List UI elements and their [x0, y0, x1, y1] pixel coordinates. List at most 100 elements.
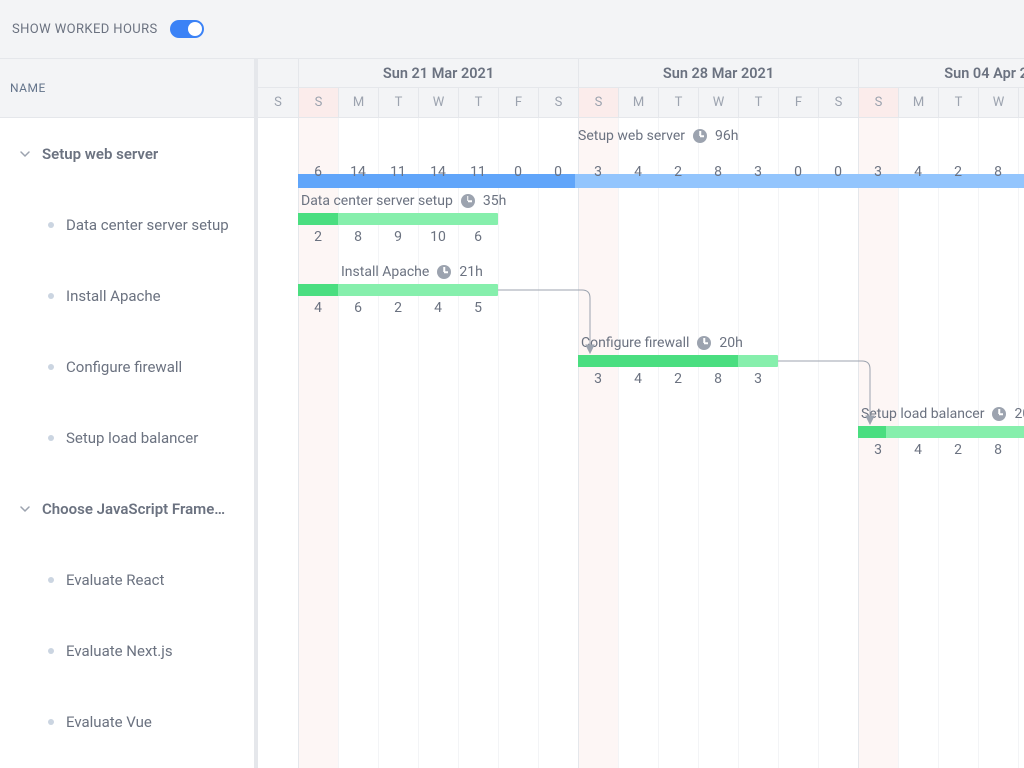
worked-hours-value: 8: [698, 164, 738, 180]
worked-hours-value: 0: [778, 164, 818, 180]
chevron-down-icon: [18, 147, 32, 161]
bullet-icon: [48, 222, 54, 228]
bar-label: Configure firewall: [581, 335, 689, 351]
task-label: Evaluate React: [66, 571, 164, 589]
bullet-icon: [48, 293, 54, 299]
worked-hours-value: 4: [898, 442, 938, 458]
worked-hours-value: 4: [418, 300, 458, 316]
task-label: Evaluate Next.js: [66, 642, 173, 660]
week-header: Sun 04 Apr 2021: [858, 59, 1024, 87]
show-worked-hours-label: SHOW WORKED HOURS: [12, 22, 158, 37]
day-header: W: [698, 88, 738, 117]
worked-hours-value: 3: [578, 164, 618, 180]
bar-label: Install Apache: [341, 264, 429, 280]
name-column-header: NAME: [10, 81, 46, 95]
task-group-label: Choose JavaScript Frame…: [42, 500, 225, 518]
bullet-icon: [48, 719, 54, 725]
worked-hours-value: 4: [298, 300, 338, 316]
day-header: F: [778, 88, 818, 117]
task-label: Install Apache: [66, 287, 161, 305]
worked-hours-value: 4: [898, 164, 938, 180]
timeline-row: Configure firewall 20h34283: [258, 331, 1024, 402]
task-bar[interactable]: [298, 284, 498, 296]
bar-duration: 35h: [483, 193, 506, 209]
bullet-icon: [48, 648, 54, 654]
day-header: T: [378, 88, 418, 117]
bar-label: Setup load balancer: [861, 406, 984, 422]
bar-duration: 96h: [715, 128, 738, 144]
worked-hours-value: 0: [538, 164, 578, 180]
chevron-down-icon: [18, 502, 32, 516]
worked-hours-value: 0: [498, 164, 538, 180]
worked-hours-value: 14: [418, 164, 458, 180]
task-label: Evaluate Vue: [66, 713, 152, 731]
week-header: Sun 28 Mar 2021: [578, 59, 858, 87]
worked-hours-value: 14: [338, 164, 378, 180]
bar-duration: 21h: [459, 264, 482, 280]
task-row[interactable]: Evaluate Vue: [0, 686, 254, 757]
day-header: S: [818, 88, 858, 117]
task-label: Data center server setup: [66, 216, 229, 234]
worked-hours-value: 6: [338, 300, 378, 316]
task-row[interactable]: Configure firewall: [0, 331, 254, 402]
worked-hours-value: 11: [378, 164, 418, 180]
task-row[interactable]: Setup load balancer: [0, 402, 254, 473]
day-header: M: [898, 88, 938, 117]
worked-hours-value: 3: [738, 371, 778, 387]
worked-hours-value: 2: [658, 371, 698, 387]
worked-hours-value: 11: [458, 164, 498, 180]
day-header: T: [1018, 88, 1024, 117]
worked-hours-value: 8: [978, 442, 1018, 458]
timeline-row: [258, 544, 1024, 615]
worked-hours-value: 2: [938, 164, 978, 180]
task-group-row[interactable]: Choose JavaScript Frame…: [0, 473, 254, 544]
worked-hours-value: 2: [298, 229, 338, 245]
worked-hours-value: 6: [458, 229, 498, 245]
worked-hours-value: 4: [618, 371, 658, 387]
task-row[interactable]: Data center server setup: [0, 189, 254, 260]
worked-hours-value: 2: [658, 164, 698, 180]
task-row[interactable]: Install Apache: [0, 260, 254, 331]
worked-hours-value: 9: [378, 229, 418, 245]
week-header: [258, 59, 298, 87]
task-bar[interactable]: [578, 355, 778, 367]
bullet-icon: [48, 577, 54, 583]
worked-hours-value: 3: [858, 164, 898, 180]
worked-hours-value: 0: [818, 164, 858, 180]
day-header: T: [738, 88, 778, 117]
bar-duration: 20h: [1014, 406, 1024, 422]
day-header: M: [338, 88, 378, 117]
task-bar[interactable]: [298, 213, 498, 225]
clock-icon: [992, 407, 1006, 421]
worked-hours-value: 4: [618, 164, 658, 180]
timeline-row: [258, 473, 1024, 544]
day-header: W: [418, 88, 458, 117]
week-header: Sun 21 Mar 2021: [298, 59, 578, 87]
worked-hours-value: 8: [338, 229, 378, 245]
worked-hours-value: 3: [858, 442, 898, 458]
task-label: Setup load balancer: [66, 429, 198, 447]
worked-hours-value: 2: [938, 442, 978, 458]
bar-label: Setup web server: [578, 128, 685, 144]
timeline-row: [258, 686, 1024, 757]
timeline-body[interactable]: Setup web server 96h61411141100342830034…: [258, 118, 1024, 768]
timeline-row: Install Apache 21h46245: [258, 260, 1024, 331]
task-group-row[interactable]: Setup web server: [0, 118, 254, 189]
timeline-row: Data center server setup 35h289106: [258, 189, 1024, 260]
day-header: F: [498, 88, 538, 117]
day-header: T: [938, 88, 978, 117]
task-label: Configure firewall: [66, 358, 182, 376]
timeline-header: Sun 21 Mar 2021Sun 28 Mar 2021Sun 04 Apr…: [258, 59, 1024, 118]
day-header: S: [538, 88, 578, 117]
task-row[interactable]: Evaluate Next.js: [0, 615, 254, 686]
timeline-row: [258, 615, 1024, 686]
clock-icon: [693, 129, 707, 143]
bar-label: Data center server setup: [301, 193, 453, 209]
timeline-row: Setup load balancer 20h 3428: [258, 402, 1024, 473]
show-worked-hours-toggle[interactable]: [170, 20, 204, 38]
worked-hours-value: 8: [698, 371, 738, 387]
gantt-timeline[interactable]: Sun 21 Mar 2021Sun 28 Mar 2021Sun 04 Apr…: [258, 59, 1024, 768]
worked-hours-value: 8: [978, 164, 1018, 180]
task-row[interactable]: Evaluate React: [0, 544, 254, 615]
task-bar[interactable]: [858, 426, 1024, 438]
